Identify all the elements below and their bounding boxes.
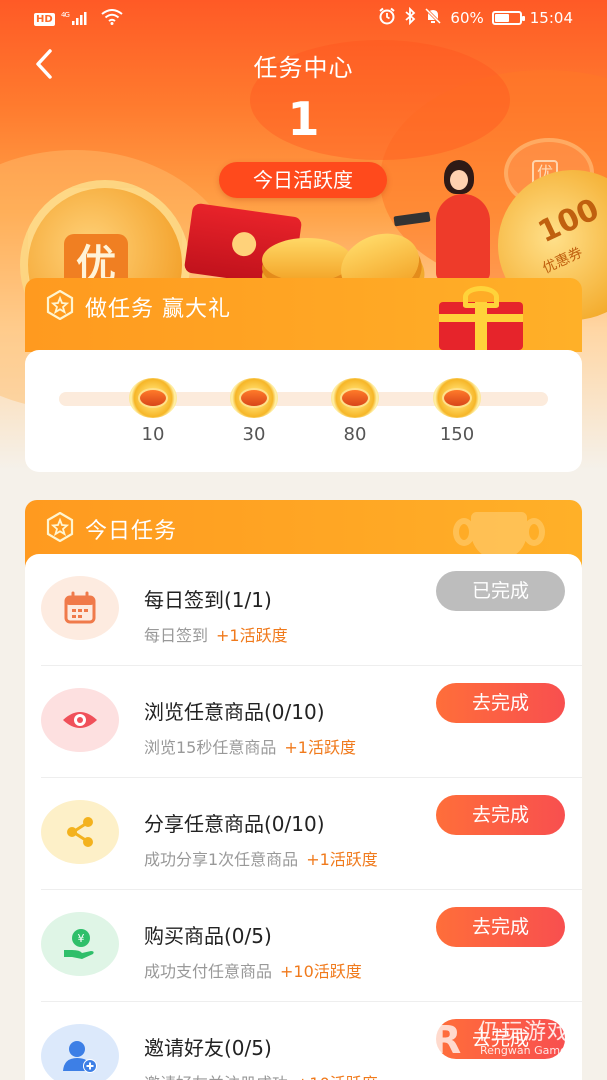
money-hand-icon: ¥	[41, 912, 119, 976]
alarm-icon	[378, 7, 396, 29]
task-row: 每日签到(1/1) 每日签到 +1活跃度 已完成	[25, 554, 582, 666]
reward-coin-icon	[331, 378, 379, 418]
task-name: 购买商品(0/5)	[144, 924, 272, 948]
milestone-2[interactable]: 80	[325, 378, 385, 445]
task-row: ¥ 购买商品(0/5) 成功支付任意商品 +10活跃度 去完成	[25, 890, 582, 1002]
task-description: 成功分享1次任意商品 +1活跃度	[144, 846, 378, 870]
woman-illustration	[393, 160, 500, 282]
watermark-cn: 仍玩游戏	[478, 1020, 571, 1045]
task-description: 成功支付任意商品 +10活跃度	[144, 958, 362, 982]
milestone-0[interactable]: 10	[123, 378, 183, 445]
star-badge-icon	[46, 290, 74, 320]
task-name: 邀请好友(0/5)	[144, 1036, 272, 1060]
battery-fill	[494, 14, 509, 22]
task-name: 浏览任意商品(0/10)	[144, 700, 325, 724]
today-tasks-card: 今日任务 每日签到(1/1) 每日签到 +1活跃度 已完成 浏览任意商品(0/10) 浏览…	[25, 500, 582, 1080]
milestone-label: 80	[343, 424, 367, 445]
coin-stack-illustration	[262, 238, 352, 282]
reward-progress-body: 10 30 80 150	[25, 350, 582, 472]
activity-score: 1	[287, 92, 320, 146]
battery-percent: 60%	[450, 9, 484, 27]
star-badge-icon	[46, 512, 74, 542]
task-reward: +1活跃度	[306, 850, 378, 869]
tasks-card-title: 今日任务	[85, 519, 178, 544]
bluetooth-icon	[404, 6, 416, 29]
reward-progress-card: 做任务 赢大礼 10 30 80 150	[25, 278, 582, 472]
milestone-1[interactable]: 30	[224, 378, 284, 445]
gift-box-icon	[437, 284, 525, 350]
add-user-icon	[41, 1024, 119, 1080]
task-name: 每日签到(1/1)	[144, 588, 272, 612]
task-description: 邀请好友并注册成功 +10活跃度	[144, 1070, 378, 1080]
battery-icon	[491, 11, 525, 25]
signal-icon: 4G	[61, 11, 95, 28]
task-reward: +1活跃度	[216, 626, 288, 645]
task-completed-button[interactable]: 已完成	[436, 571, 565, 611]
task-go-complete-button[interactable]: 去完成	[436, 683, 565, 723]
milestone-label: 10	[141, 424, 165, 445]
task-go-complete-button[interactable]: 去完成	[436, 907, 565, 947]
page-title: 任务中心	[253, 54, 354, 82]
status-bar: HD 4G 60% 15:04	[0, 0, 607, 36]
task-desc-text: 浏览15秒任意商品	[144, 738, 277, 757]
task-description: 每日签到 +1活跃度	[144, 622, 288, 646]
task-row: 浏览任意商品(0/10) 浏览15秒任意商品 +1活跃度 去完成	[25, 666, 582, 778]
task-name: 分享任意商品(0/10)	[144, 812, 325, 836]
network-label: 4G	[61, 11, 69, 19]
activity-label-pill: 今日活跃度	[219, 162, 387, 198]
task-desc-text: 成功支付任意商品	[144, 962, 273, 981]
watermark-mark: R	[432, 1018, 462, 1062]
clock-time: 15:04	[529, 9, 573, 27]
share-icon	[41, 800, 119, 864]
milestone-label: 30	[242, 424, 266, 445]
hd-badge: HD	[34, 12, 55, 26]
watermark-logo: R 仍玩游戏 Rengwan Games	[432, 1014, 602, 1070]
task-desc-text: 邀请好友并注册成功	[144, 1074, 288, 1080]
watermark-en: Rengwan Games	[480, 1044, 573, 1057]
calendar-icon	[41, 576, 119, 640]
task-desc-text: 每日签到	[144, 626, 209, 645]
milestone-label: 150	[439, 424, 475, 445]
eye-icon	[41, 688, 119, 752]
coin-number: 100	[533, 191, 605, 251]
reward-coin-icon	[230, 378, 278, 418]
svg-text:¥: ¥	[78, 932, 85, 945]
reward-card-title: 做任务 赢大礼	[85, 297, 231, 322]
task-reward: +10活跃度	[296, 1074, 378, 1080]
wifi-icon	[101, 9, 123, 29]
task-reward: +1活跃度	[284, 738, 356, 757]
mute-bell-icon	[424, 7, 442, 29]
task-desc-text: 成功分享1次任意商品	[144, 850, 299, 869]
task-row: 分享任意商品(0/10) 成功分享1次任意商品 +1活跃度 去完成	[25, 778, 582, 890]
milestone-3[interactable]: 150	[427, 378, 487, 445]
task-reward: +10活跃度	[280, 962, 362, 981]
task-description: 浏览15秒任意商品 +1活跃度	[144, 734, 356, 758]
reward-card-header: 做任务 赢大礼	[25, 278, 582, 352]
task-list: 每日签到(1/1) 每日签到 +1活跃度 已完成浏览任意商品(0/10) 浏览15秒任意…	[25, 554, 582, 1080]
task-go-complete-button[interactable]: 去完成	[436, 795, 565, 835]
reward-coin-icon	[433, 378, 481, 418]
reward-coin-icon	[129, 378, 177, 418]
